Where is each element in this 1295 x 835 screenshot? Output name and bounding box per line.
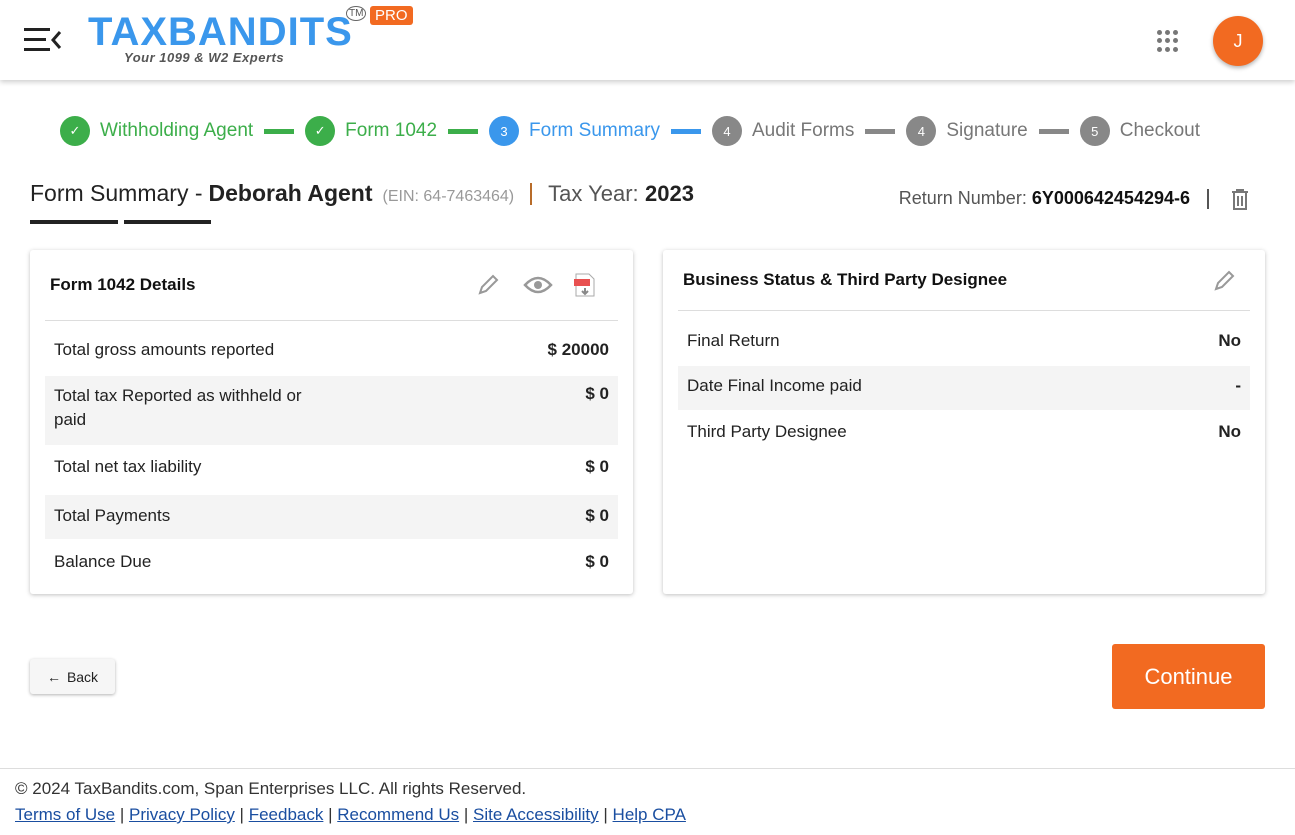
link-terms-of-use[interactable]: Terms of Use xyxy=(15,805,115,824)
step-number: 4 xyxy=(711,116,742,146)
continue-button[interactable]: Continue xyxy=(1112,644,1265,709)
ein: (EIN: 64-7463464) xyxy=(382,188,515,205)
logo-tagline: Your 1099 & W2 Experts xyxy=(124,50,285,65)
eye-icon[interactable] xyxy=(523,274,553,296)
trash-icon[interactable] xyxy=(1231,188,1249,210)
step-connector xyxy=(1038,128,1069,134)
taxbandits-logo[interactable]: TAXBANDITS TM PRO Your 1099 & W2 Experts xyxy=(88,6,418,66)
step-label: Signature xyxy=(946,120,1028,141)
check-icon: ✓ xyxy=(305,116,336,146)
page-title: Form Summary - Deborah Agent (EIN: 64-74… xyxy=(30,180,694,207)
return-label: Return Number: xyxy=(898,188,1027,208)
row-label: Total tax Reported as withheld or paid xyxy=(54,386,302,429)
link-feedback[interactable]: Feedback xyxy=(249,805,324,824)
back-label: Back xyxy=(66,668,99,685)
detail-row: Total tax Reported as withheld or paid $ … xyxy=(45,376,618,445)
arrow-left-icon: ← xyxy=(46,668,61,685)
step-number: 5 xyxy=(1079,116,1110,146)
step-label: Withholding Agent xyxy=(100,120,254,141)
return-number: Return Number: 6Y000642454294-6 xyxy=(899,188,1190,209)
step-connector xyxy=(448,128,479,134)
row-label: Date Final Income paid xyxy=(687,376,862,395)
row-label: Total gross amounts reported xyxy=(54,340,275,359)
divider xyxy=(1207,189,1209,209)
row-value: $ 0 xyxy=(585,506,609,525)
divider xyxy=(678,310,1250,311)
progress-stepper: ✓ Withholding Agent ✓ Form 1042 3 Form Summ… xyxy=(60,116,1200,146)
row-label: Total net tax liability xyxy=(54,457,202,476)
pdf-download-icon[interactable] xyxy=(574,272,596,298)
row-label: Third Party Designee xyxy=(687,422,847,441)
row-value: - xyxy=(1235,376,1241,395)
row-value: No xyxy=(1218,331,1241,350)
row-label: Final Return xyxy=(687,331,780,350)
status-row: Final Return No xyxy=(678,322,1250,366)
step-connector xyxy=(670,128,701,134)
detail-row: Total gross amounts reported $ 20000 xyxy=(45,332,618,376)
step-checkout: 5 Checkout xyxy=(1079,116,1200,146)
step-label: Form Summary xyxy=(529,120,660,141)
step-connector xyxy=(865,128,896,134)
title-underline xyxy=(30,220,118,224)
row-label: Total Payments xyxy=(54,506,171,525)
detail-row: Total Payments $ 0 xyxy=(45,495,618,539)
step-number: 3 xyxy=(489,116,520,146)
row-value: $ 0 xyxy=(585,552,609,571)
row-value: $ 20000 xyxy=(547,340,609,359)
title-prefix: Form Summary - xyxy=(30,180,203,206)
logo-brand: TAXBANDITS xyxy=(88,10,353,54)
footer: © 2024 TaxBandits.com, Span Enterprises … xyxy=(0,768,1295,835)
row-value: $ 0 xyxy=(585,457,609,476)
agent-name: Deborah Agent xyxy=(208,180,373,206)
footer-links: Terms of Use | Privacy Policy | Feedback… xyxy=(15,805,686,824)
card-title: Form 1042 Details xyxy=(50,275,196,294)
trademark: TM xyxy=(346,6,367,21)
apps-grid-icon[interactable] xyxy=(1157,30,1179,52)
pro-badge: PRO xyxy=(370,6,413,25)
step-signature: 4 Signature xyxy=(906,116,1028,146)
link-help-cpa[interactable]: Help CPA xyxy=(613,805,686,824)
step-label: Form 1042 xyxy=(345,120,438,141)
title-underline xyxy=(124,220,211,224)
step-audit-forms: 4 Audit Forms xyxy=(711,116,855,146)
card-title: Business Status & Third Party Designee xyxy=(683,270,1008,289)
step-number: 4 xyxy=(906,116,937,146)
return-number-value: 6Y000642454294-6 xyxy=(1031,188,1190,208)
step-label: Audit Forms xyxy=(751,120,855,141)
link-recommend-us[interactable]: Recommend Us xyxy=(337,805,459,824)
header: TAXBANDITS TM PRO Your 1099 & W2 Experts… xyxy=(0,0,1295,80)
step-connector xyxy=(264,128,295,134)
back-button[interactable]: ← Back xyxy=(30,659,115,694)
step-form-1042[interactable]: ✓ Form 1042 xyxy=(305,116,437,146)
step-label: Checkout xyxy=(1119,120,1200,141)
link-site-accessibility[interactable]: Site Accessibility xyxy=(473,805,599,824)
copyright: © 2024 TaxBandits.com, Span Enterprises … xyxy=(15,779,527,798)
edit-pencil-icon[interactable] xyxy=(476,273,500,297)
link-privacy-policy[interactable]: Privacy Policy xyxy=(129,805,235,824)
status-row: Date Final Income paid - xyxy=(678,366,1250,410)
menu-collapse-icon[interactable] xyxy=(24,26,62,52)
check-icon: ✓ xyxy=(60,116,90,146)
divider xyxy=(45,320,618,321)
detail-row: Balance Due $ 0 xyxy=(45,539,618,589)
step-withholding-agent[interactable]: ✓ Withholding Agent xyxy=(60,116,253,146)
row-value: No xyxy=(1218,422,1241,441)
status-row: Third Party Designee No xyxy=(678,410,1250,454)
row-label: Balance Due xyxy=(54,552,152,571)
avatar[interactable]: J xyxy=(1213,16,1263,66)
step-form-summary[interactable]: 3 Form Summary xyxy=(489,116,660,146)
edit-pencil-icon[interactable] xyxy=(1212,269,1236,293)
row-value: $ 0 xyxy=(585,384,609,403)
tax-year: 2023 xyxy=(645,181,694,206)
tax-year-label: Tax Year: xyxy=(548,181,639,206)
business-status-card: Business Status & Third Party Designee F… xyxy=(663,250,1265,594)
detail-row: Total net tax liability $ 0 xyxy=(45,445,618,495)
divider xyxy=(530,182,533,205)
form-1042-details-card: Form 1042 Details Total gross amounts re… xyxy=(30,250,633,594)
